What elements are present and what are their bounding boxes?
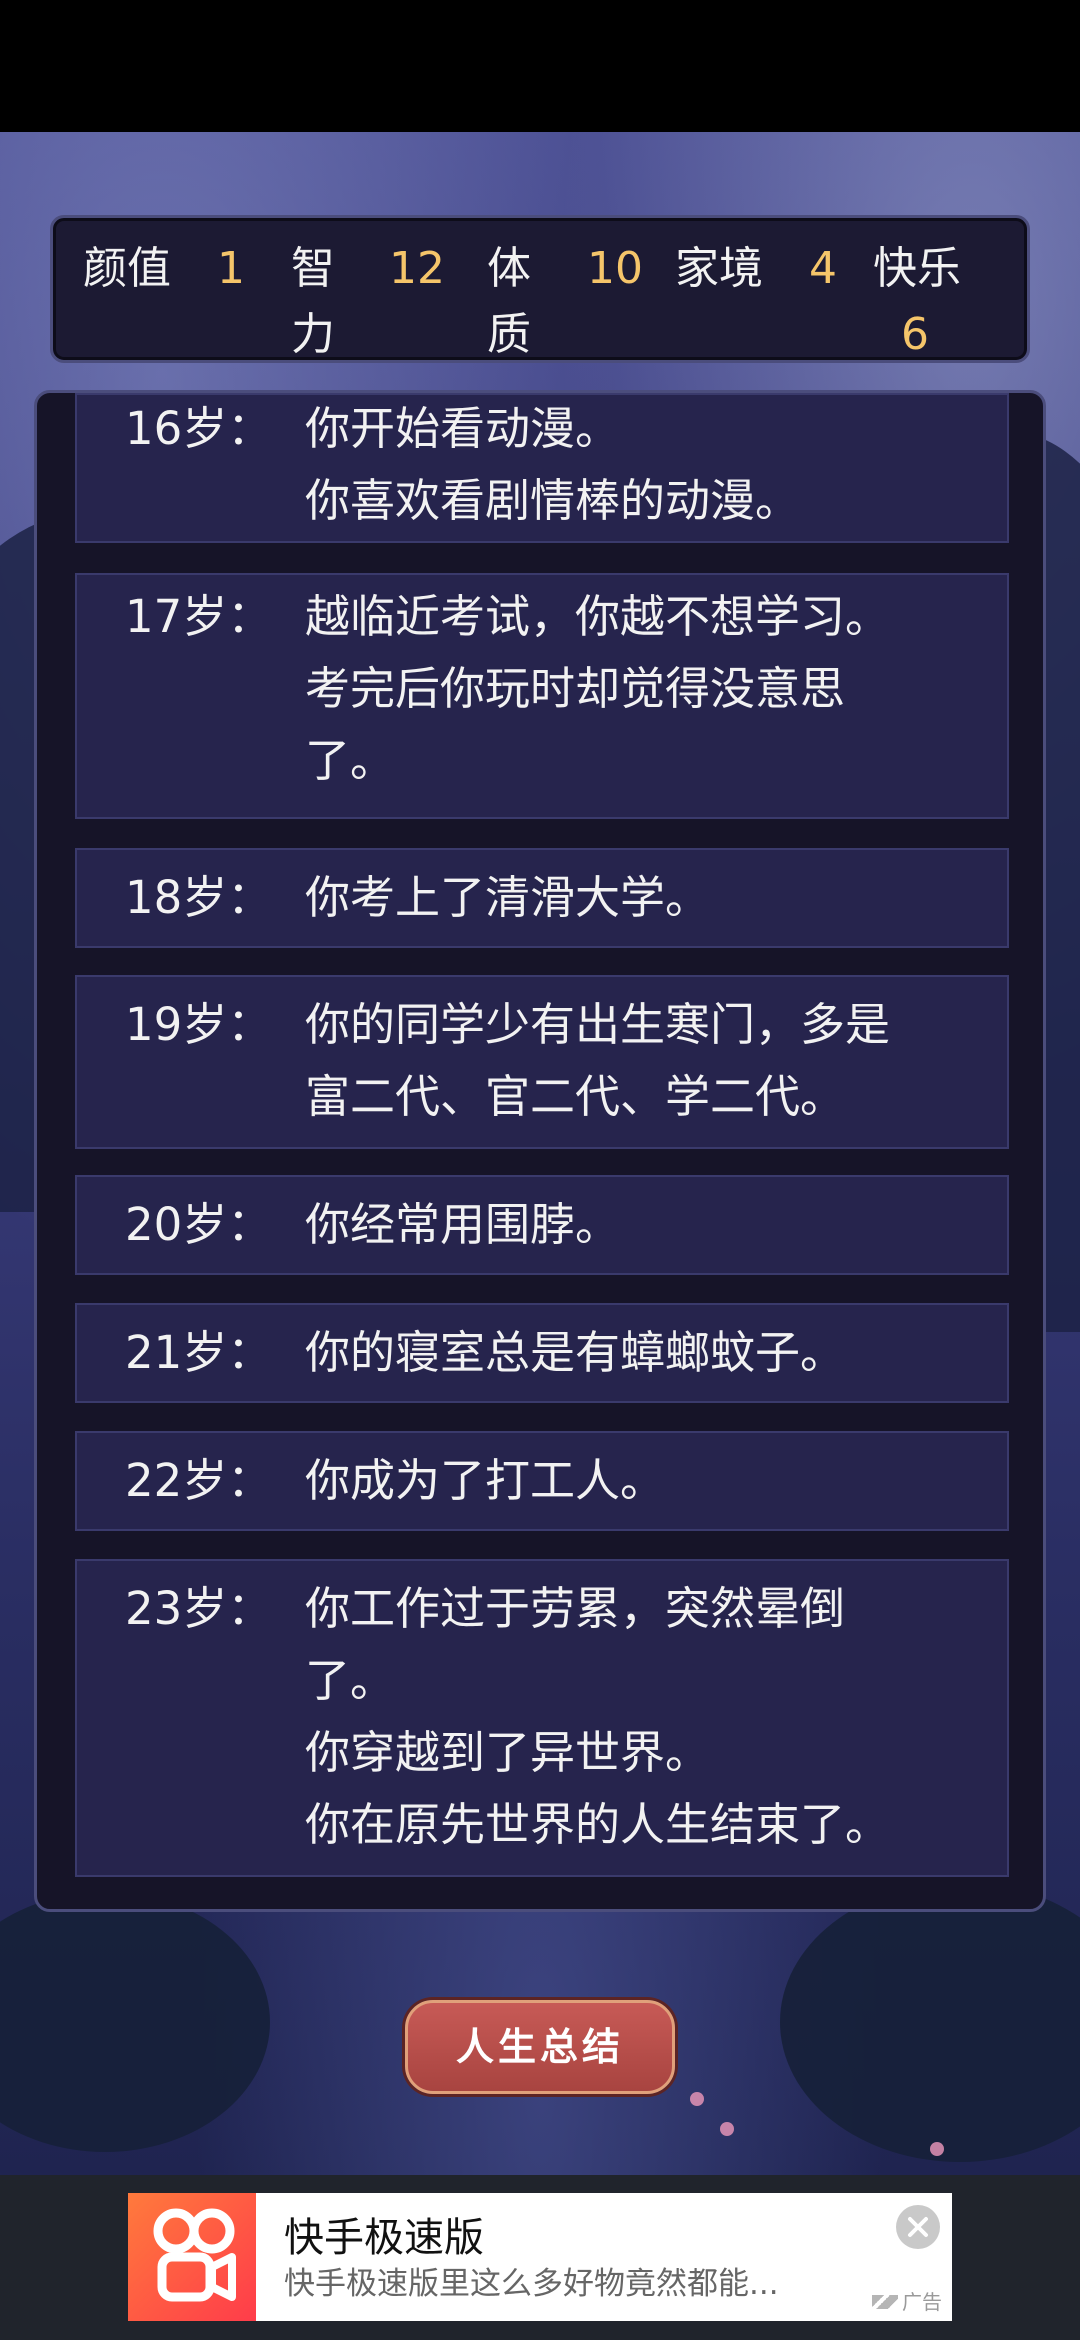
event-age: 19岁： <box>125 998 273 1051</box>
attr-label: 体质 <box>487 243 531 360</box>
event-age: 17岁： <box>125 590 273 643</box>
attr-constitution: 体质 10 <box>487 236 643 368</box>
attr-value: 12 <box>389 243 445 294</box>
event-line: 你经常用围脖。 <box>305 1198 621 1251</box>
event-lines: 越临近考试，你越不想学习。 考完后你玩时却觉得没意思 了。 <box>305 581 987 797</box>
ad-banner[interactable]: 快手极速版 快手极速版里这么多好物竟然都能... 广告 <box>0 2175 1080 2340</box>
attr-label: 快乐 <box>873 243 961 294</box>
ad-label: 广告 <box>872 2289 942 2315</box>
event-age: 20岁： <box>125 1198 273 1251</box>
event-age: 16岁： <box>125 402 273 455</box>
event-line: 你工作过于劳累，突然晕倒 <box>305 1582 846 1635</box>
event-line: 你在原先世界的人生结束了。 <box>305 1798 891 1851</box>
event-line: 你考上了清滑大学。 <box>305 871 711 924</box>
close-icon[interactable] <box>896 2205 940 2249</box>
attr-label: 家境 <box>675 243 763 294</box>
event-card: 20岁： 你经常用围脖。 <box>75 1175 1009 1275</box>
ad-card[interactable]: 快手极速版 快手极速版里这么多好物竟然都能... 广告 <box>128 2193 952 2321</box>
event-line: 了。 <box>305 1654 396 1707</box>
event-lines: 你工作过于劳累，突然晕倒 了。 你穿越到了异世界。 你在原先世界的人生结束了。 <box>305 1573 987 1861</box>
blossom <box>720 2122 734 2136</box>
event-lines: 你经常用围脖。 <box>305 1189 987 1261</box>
event-line: 你的同学少有出生寒门，多是 <box>305 998 891 1051</box>
ad-subtitle: 快手极速版里这么多好物竟然都能... <box>284 2266 779 2302</box>
blossom <box>930 2142 944 2156</box>
event-line: 富二代、官二代、学二代。 <box>305 1070 846 1123</box>
event-card: 16岁： 你开始看动漫。 你喜欢看剧情棒的动漫。 <box>75 393 1009 543</box>
attr-value: 4 <box>809 243 837 294</box>
event-line: 你的寝室总是有蟑螂蚊子。 <box>305 1326 846 1379</box>
attr-value: 10 <box>587 243 643 294</box>
event-card: 23岁： 你工作过于劳累，突然晕倒 了。 你穿越到了异世界。 你在原先世界的人生… <box>75 1559 1009 1877</box>
tree-left <box>0 1892 270 2152</box>
attr-appearance: 颜值 1 <box>83 236 245 302</box>
event-lines: 你考上了清滑大学。 <box>305 862 987 934</box>
event-line: 越临近考试，你越不想学习。 <box>305 590 891 643</box>
ad-title: 快手极速版 <box>284 2215 484 2261</box>
event-card: 18岁： 你考上了清滑大学。 <box>75 848 1009 948</box>
event-lines: 你成为了打工人。 <box>305 1445 987 1517</box>
event-age: 18岁： <box>125 871 273 924</box>
blossom <box>690 2092 704 2106</box>
attr-label: 智力 <box>291 243 335 360</box>
attribute-bar: 颜值 1 智力 12 体质 10 家境 4 快乐 6 <box>50 215 1030 363</box>
life-events-panel[interactable]: 16岁： 你开始看动漫。 你喜欢看剧情棒的动漫。 17岁： 越临近考试，你越不想… <box>34 390 1046 1912</box>
event-lines: 你开始看动漫。 你喜欢看剧情棒的动漫。 <box>305 393 987 537</box>
event-age: 22岁： <box>125 1454 273 1507</box>
attr-value: 6 <box>901 309 929 360</box>
tree-right <box>780 1882 1080 2162</box>
status-bar-area <box>0 0 1080 132</box>
event-card: 19岁： 你的同学少有出生寒门，多是 富二代、官二代、学二代。 <box>75 975 1009 1149</box>
event-age: 21岁： <box>125 1326 273 1379</box>
event-line: 你穿越到了异世界。 <box>305 1726 711 1779</box>
life-summary-button[interactable]: 人生总结 <box>405 2000 675 2094</box>
attr-happiness: 快乐 6 <box>873 236 1027 368</box>
event-line: 你成为了打工人。 <box>305 1454 666 1507</box>
event-line: 了。 <box>305 734 396 787</box>
event-lines: 你的同学少有出生寒门，多是 富二代、官二代、学二代。 <box>305 989 987 1133</box>
event-line: 考完后你玩时却觉得没意思 <box>305 662 846 715</box>
kuaishou-logo-icon <box>128 2193 256 2321</box>
event-line: 你喜欢看剧情棒的动漫。 <box>305 474 801 527</box>
attr-value: 1 <box>217 243 245 294</box>
event-card: 21岁： 你的寝室总是有蟑螂蚊子。 <box>75 1303 1009 1403</box>
ad-mark-icon <box>872 2295 898 2309</box>
attr-family: 家境 4 <box>675 236 837 302</box>
attr-label: 颜值 <box>83 243 171 294</box>
event-card: 22岁： 你成为了打工人。 <box>75 1431 1009 1531</box>
event-age: 23岁： <box>125 1582 273 1635</box>
event-lines: 你的寝室总是有蟑螂蚊子。 <box>305 1317 987 1389</box>
event-card: 17岁： 越临近考试，你越不想学习。 考完后你玩时却觉得没意思 了。 <box>75 573 1009 819</box>
event-line: 你开始看动漫。 <box>305 402 621 455</box>
ad-tag-text: 广告 <box>902 2290 942 2314</box>
attr-intelligence: 智力 12 <box>291 236 445 368</box>
